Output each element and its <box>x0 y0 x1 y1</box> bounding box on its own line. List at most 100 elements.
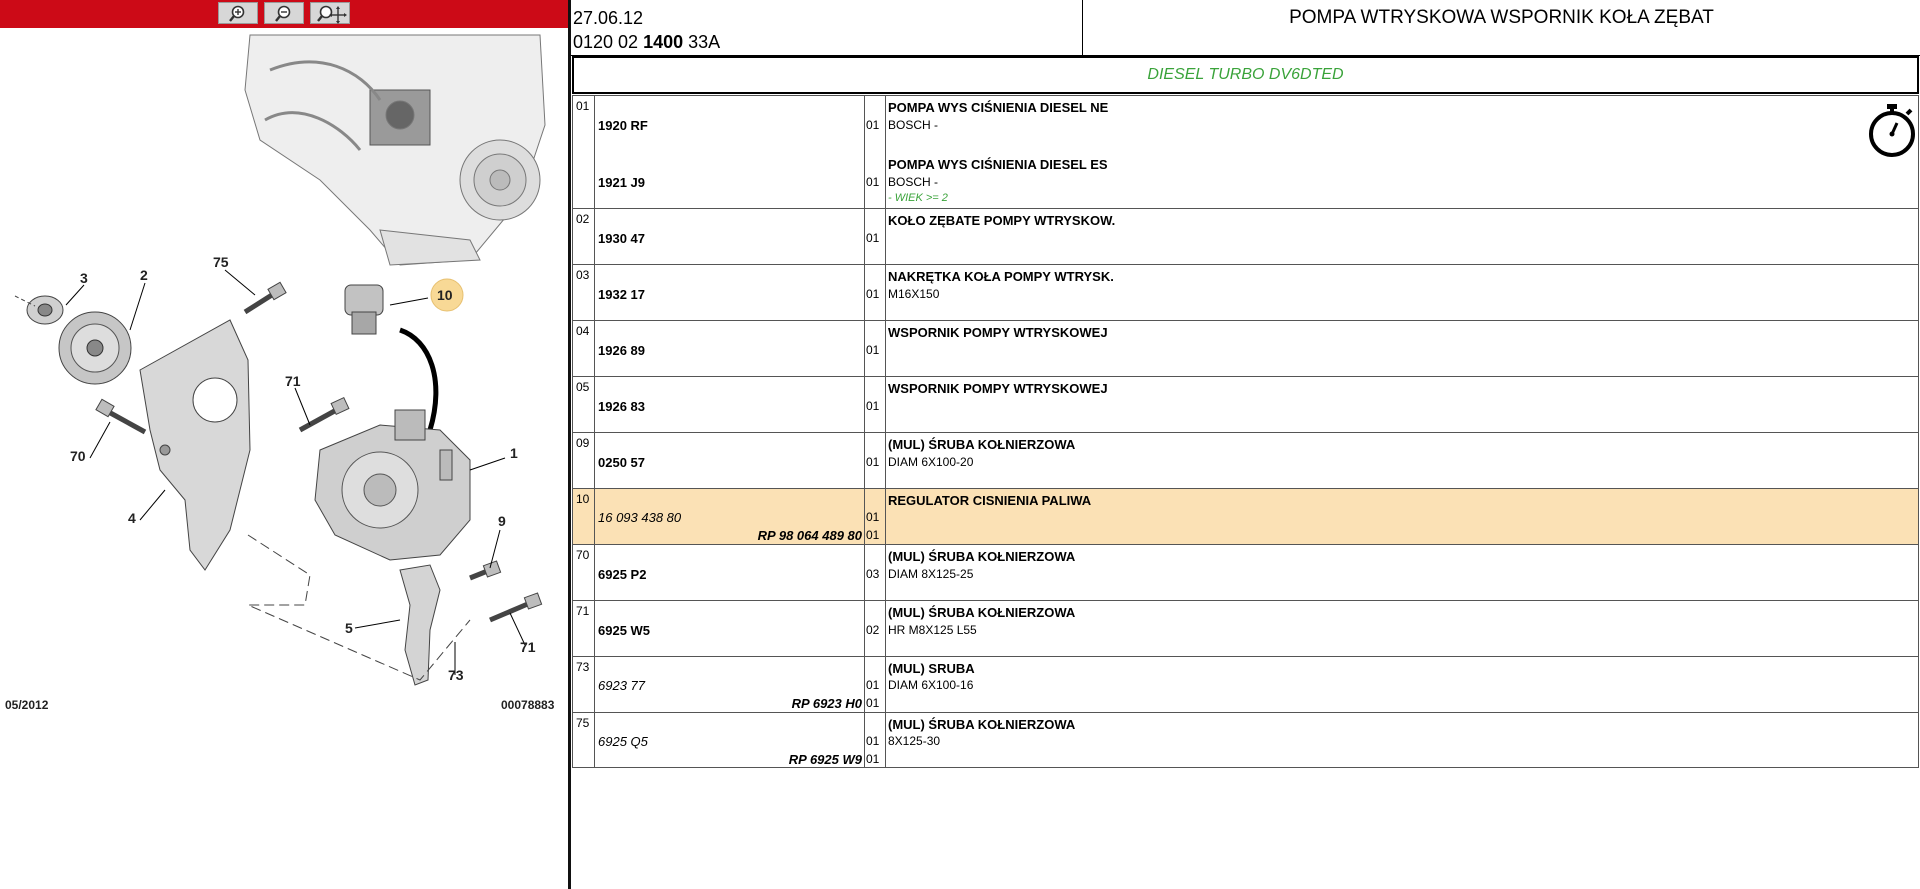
part-number[interactable]: 6925 Q5 <box>598 734 648 749</box>
quantity: 03 <box>866 567 880 581</box>
diagram-date: 05/2012 <box>5 698 49 712</box>
callout-71-top: 71 <box>285 373 301 389</box>
part-description: WSPORNIK POMPY WTRYSKOWEJ <box>888 381 1108 396</box>
part-description: (MUL) ŚRUBA KOŁNIERZOWA <box>888 437 1076 452</box>
part-number[interactable]: 6923 77 <box>598 678 645 693</box>
engine-block-illustration <box>244 34 546 266</box>
pan-zoom-icon <box>317 5 347 24</box>
injection-pump-part <box>314 409 471 561</box>
bracket-part <box>139 319 251 571</box>
part-number[interactable]: 16 093 438 80 <box>598 510 681 525</box>
callout-73: 73 <box>448 667 464 683</box>
table-row[interactable]: 71 6925 W5 02 (MUL) ŚRUBA KOŁNIERZOWA HR… <box>572 600 1919 656</box>
callout-10: 10 <box>437 287 453 303</box>
table-row[interactable]: 75 6925 Q5 01 RP 6925 W9 01 (MUL) ŚRUBA … <box>572 712 1919 768</box>
ref-number: 02 <box>576 212 590 226</box>
engine-variant: DIESEL TURBO DV6DTED <box>572 56 1919 94</box>
part-description: WSPORNIK POMPY WTRYSKOWEJ <box>888 325 1108 340</box>
part-detail: DIAM 8X125-25 <box>888 567 974 581</box>
replacement-quantity: 01 <box>866 752 880 766</box>
quantity: 02 <box>866 623 880 637</box>
table-row[interactable]: 03 1932 17 01 NAKRĘTKA KOŁA POMPY WTRYSK… <box>572 264 1919 320</box>
page-title: POMPA WTRYSKOWA WSPORNIK KOŁA ZĘBAT <box>1289 7 1714 28</box>
part-description: POMPA WYS CIŚNIENIA DIESEL NE <box>888 100 1109 115</box>
ref-number: 05 <box>576 380 590 394</box>
ref-number: 01 <box>576 99 590 113</box>
part-description: REGULATOR CISNIENIA PALIWA <box>888 493 1092 508</box>
part-description: (MUL) ŚRUBA KOŁNIERZOWA <box>888 717 1076 732</box>
quantity: 01 <box>866 343 880 357</box>
part-description: (MUL) ŚRUBA KOŁNIERZOWA <box>888 605 1076 620</box>
quantity: 01 <box>866 231 880 245</box>
parts-pane: 27.06.12 0120 02 1400 33A POMPA WTRYSKOW… <box>571 0 1920 889</box>
table-row[interactable]: 73 6923 77 01 RP 6923 H0 01 (MUL) SRUBA … <box>572 656 1919 712</box>
ref-number: 03 <box>576 268 590 282</box>
table-row[interactable]: 01 1920 RF 01 POMPA WYS CIŚNIENIA DIESEL… <box>572 95 1919 208</box>
part-detail: HR M8X125 L55 <box>888 623 977 637</box>
replacement-part-number[interactable]: RP 6923 H0 <box>792 696 862 711</box>
nut-part <box>14 295 64 325</box>
diagram-pane: 3 2 75 10 71 70 1 4 9 5 73 71 05/2012 00… <box>0 0 568 889</box>
replacement-part-number[interactable]: RP 6925 W9 <box>789 752 862 767</box>
zoom-in-button[interactable] <box>218 2 258 24</box>
part-number[interactable]: 0250 57 <box>598 455 645 470</box>
part-number[interactable]: 1932 17 <box>598 287 645 302</box>
zoom-out-button[interactable] <box>264 2 304 24</box>
ref-number: 75 <box>576 716 590 730</box>
callout-75: 75 <box>213 254 229 270</box>
ref-number: 70 <box>576 548 590 562</box>
part-number[interactable]: 1926 83 <box>598 399 645 414</box>
table-row[interactable]: 04 1926 89 01 WSPORNIK POMPY WTRYSKOWEJ <box>572 320 1919 376</box>
part-number[interactable]: 6925 W5 <box>598 623 650 638</box>
ref-number: 73 <box>576 660 590 674</box>
table-row-highlighted[interactable]: 10 16 093 438 80 01 RP 98 064 489 80 01 … <box>572 488 1919 544</box>
quantity: 01 <box>866 678 880 692</box>
part-detail: M16X150 <box>888 287 940 301</box>
part-number[interactable]: 1921 J9 <box>598 175 645 190</box>
part-detail: BOSCH - <box>888 175 939 189</box>
ref-number: 71 <box>576 604 590 618</box>
part-detail: DIAM 6X100-16 <box>888 678 974 692</box>
part-number[interactable]: 1926 89 <box>598 343 645 358</box>
parts-table: 01 1920 RF 01 POMPA WYS CIŚNIENIA DIESEL… <box>572 95 1919 768</box>
part-number[interactable]: 1920 RF <box>598 118 648 133</box>
code-bold: 1400 <box>643 32 684 52</box>
replacement-part-number[interactable]: RP 98 064 489 80 <box>758 528 862 543</box>
header-info: 27.06.12 0120 02 1400 33A <box>571 0 1083 56</box>
quantity: 01 <box>866 510 880 524</box>
diagram-id: 00078883 <box>501 698 555 712</box>
callout-5: 5 <box>345 620 353 636</box>
quantity: 01 <box>866 287 880 301</box>
part-description: KOŁO ZĘBATE POMPY WTRYSKOW. <box>888 213 1116 228</box>
callout-3: 3 <box>80 270 88 286</box>
stopwatch-icon[interactable] <box>1866 102 1918 160</box>
zoom-out-icon <box>275 5 291 22</box>
code-prefix: 0120 02 <box>573 32 639 52</box>
part-number[interactable]: 1930 47 <box>598 231 645 246</box>
table-row[interactable]: 70 6925 P2 03 (MUL) ŚRUBA KOŁNIERZOWA DI… <box>572 544 1919 600</box>
part-description: NAKRĘTKA KOŁA POMPY WTRYSK. <box>888 269 1114 284</box>
callout-70: 70 <box>70 448 86 464</box>
header-date: 27.06.12 <box>573 8 644 28</box>
part-number[interactable]: 6925 P2 <box>598 567 646 582</box>
condition-note: - WIEK >= 2 <box>888 192 948 204</box>
table-row[interactable]: 09 0250 57 01 (MUL) ŚRUBA KOŁNIERZOWA DI… <box>572 432 1919 488</box>
part-detail: DIAM 6X100-20 <box>888 455 974 469</box>
pan-zoom-button[interactable] <box>310 2 350 24</box>
exploded-parts-diagram: 3 2 75 10 71 70 1 4 9 5 73 71 <box>14 34 546 686</box>
replacement-quantity: 01 <box>866 696 880 710</box>
quantity: 01 <box>866 455 880 469</box>
table-row[interactable]: 02 1930 47 01 KOŁO ZĘBATE POMPY WTRYSKOW… <box>572 208 1919 264</box>
part-detail: BOSCH - <box>888 118 939 132</box>
table-row[interactable]: 05 1926 83 01 WSPORNIK POMPY WTRYSKOWEJ <box>572 376 1919 432</box>
header-code: 0120 02 1400 33A <box>573 32 720 53</box>
callout-1: 1 <box>510 445 518 461</box>
callout-2: 2 <box>140 267 148 283</box>
ref-number: 09 <box>576 436 590 450</box>
pressure-regulator-part <box>344 284 439 431</box>
callout-71-bottom: 71 <box>520 639 536 655</box>
code-suffix: 33A <box>688 32 721 52</box>
assembly-guide-lines <box>247 534 471 681</box>
zoom-in-icon <box>229 5 245 22</box>
part-detail: 8X125-30 <box>888 734 941 748</box>
